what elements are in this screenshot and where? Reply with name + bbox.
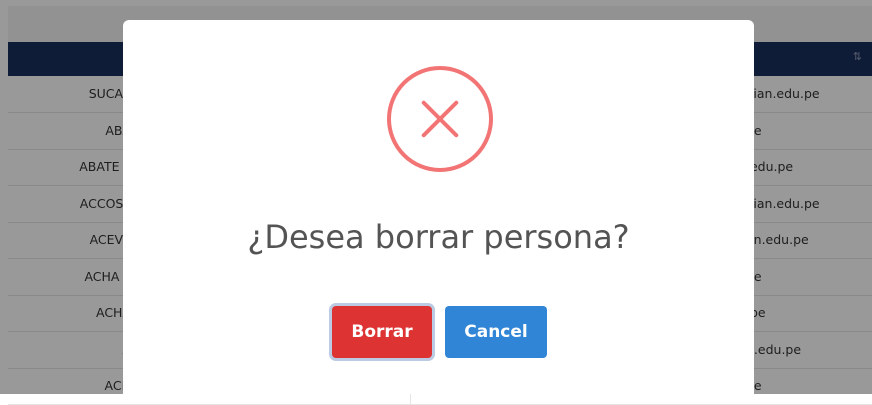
cancel-button[interactable]: Cancel [445,306,547,358]
borrar-button[interactable]: Borrar [332,306,432,358]
error-x-icon [387,66,493,172]
dialog-title: ¿Desea borrar persona? [247,218,630,256]
confirm-dialog: ¿Desea borrar persona? Borrar Cancel [123,20,754,394]
